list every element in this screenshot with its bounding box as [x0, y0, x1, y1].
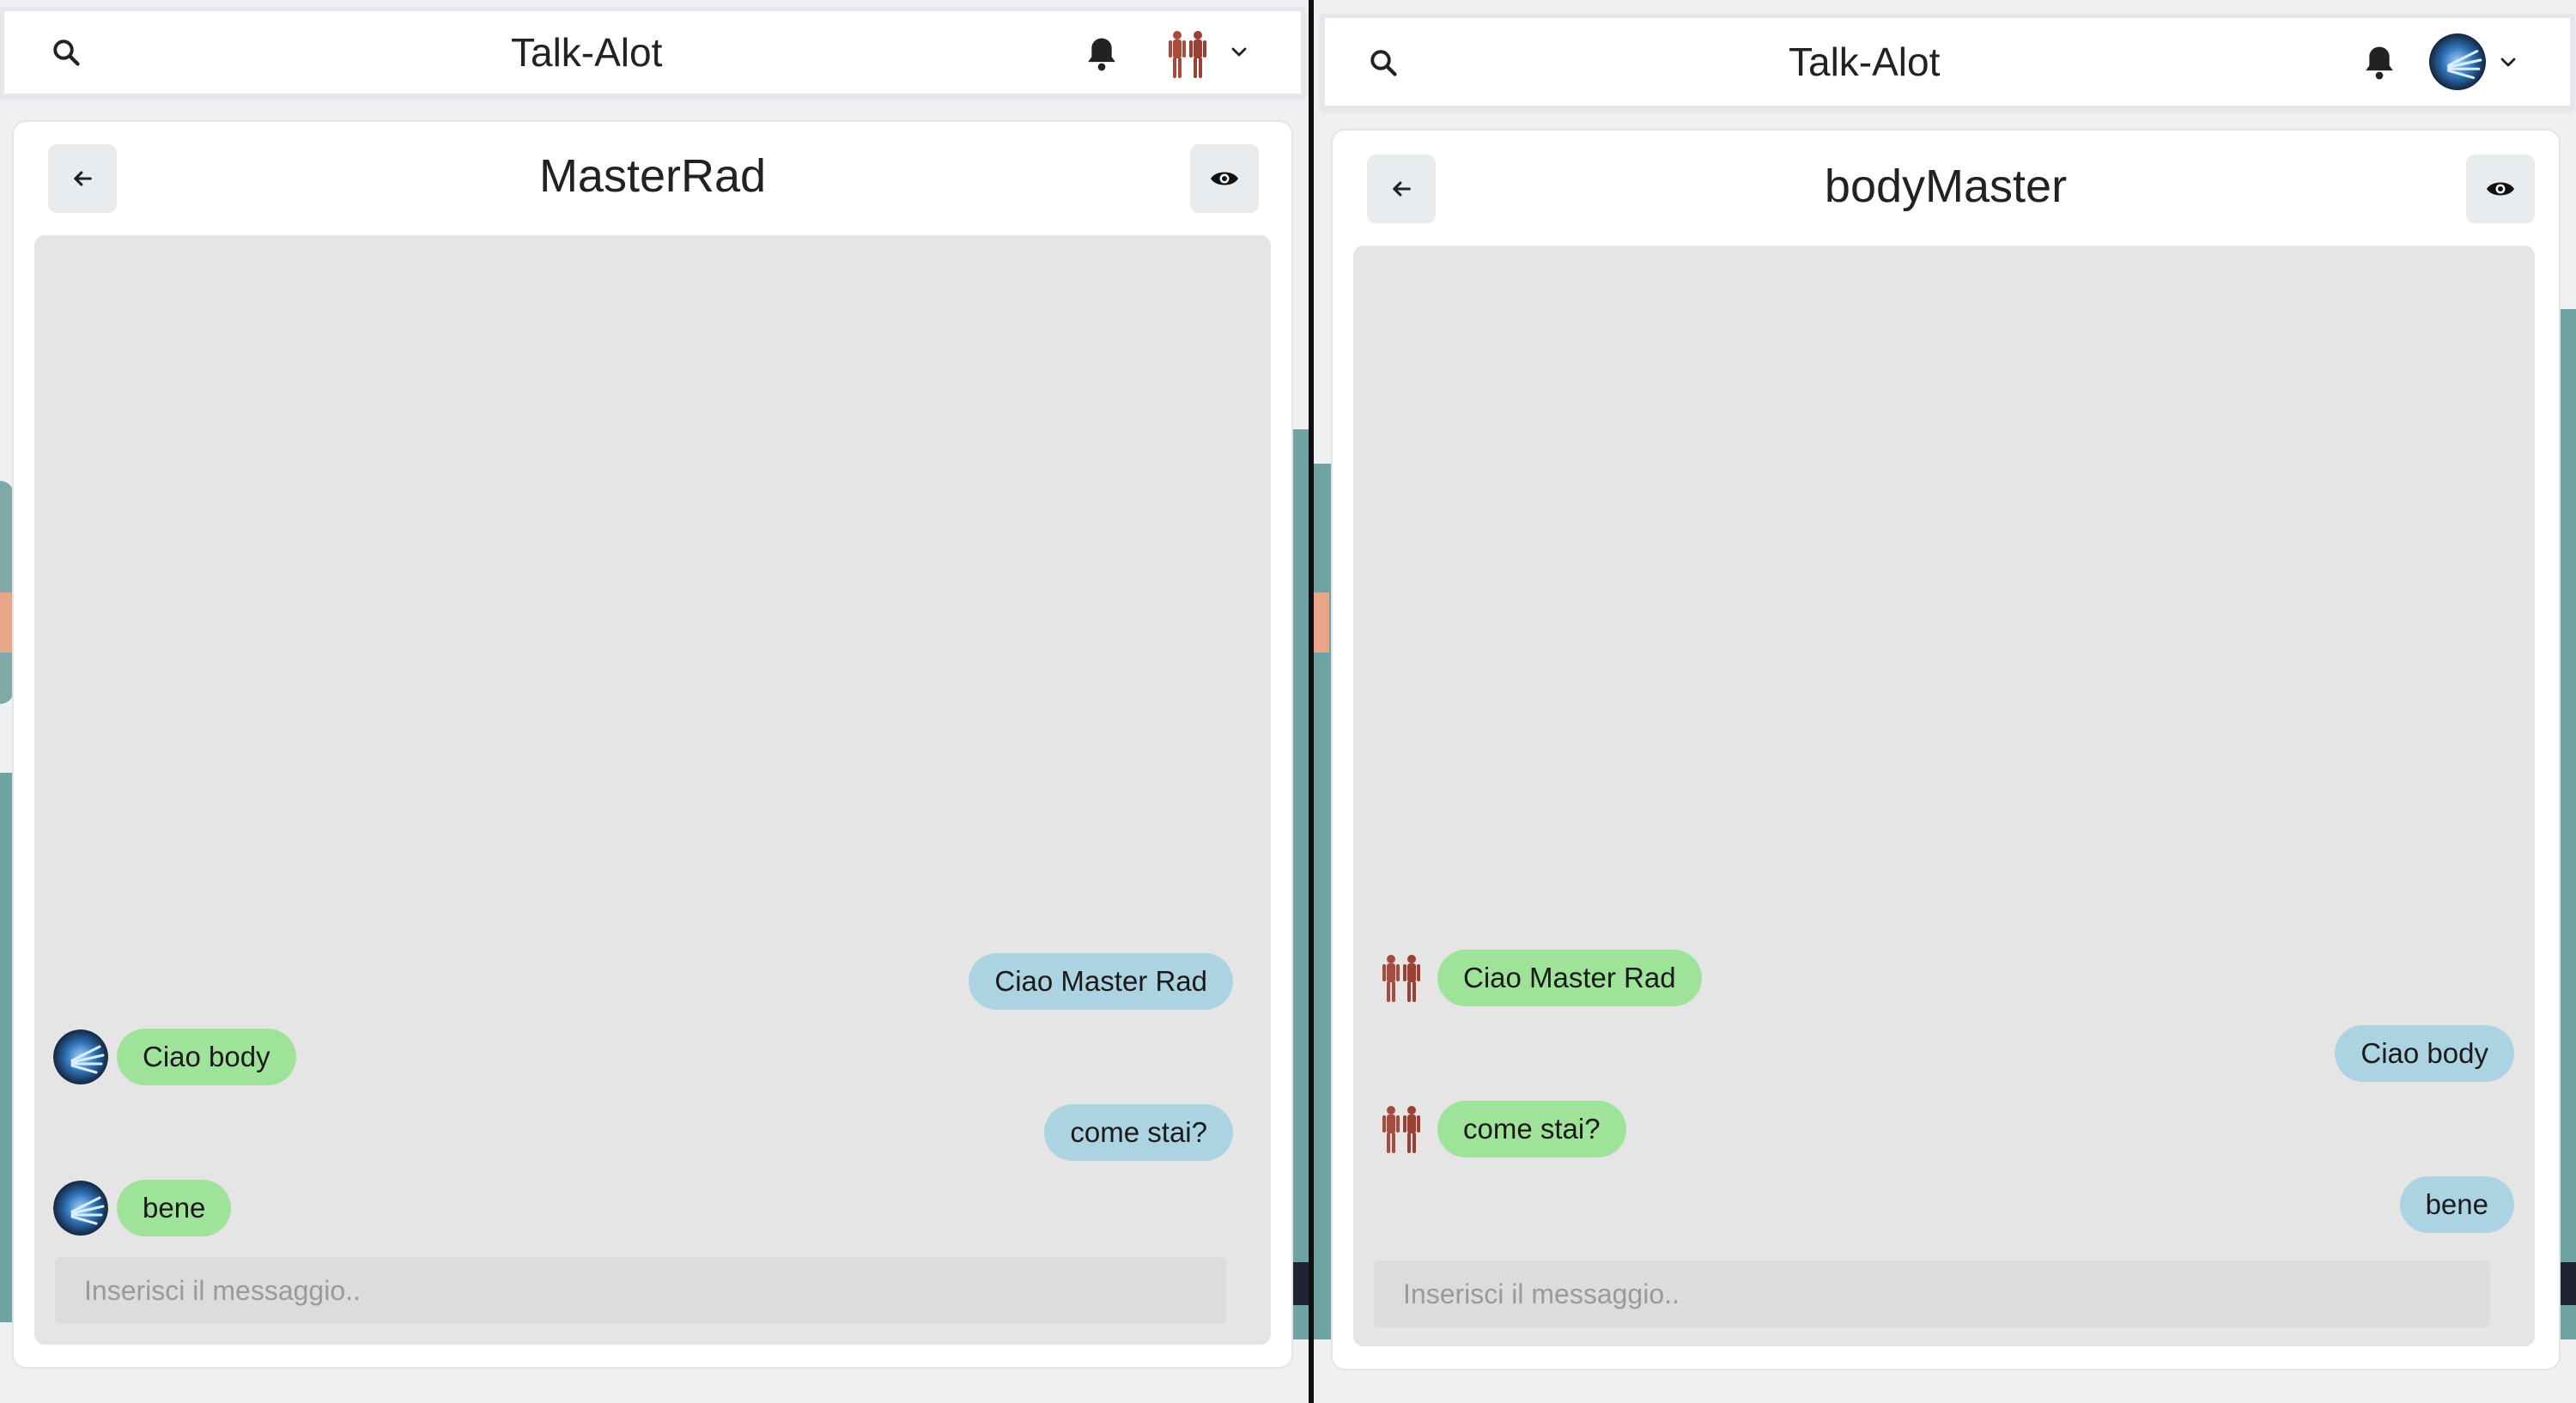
view-button[interactable] [2466, 155, 2535, 223]
chat-card: MasterRad Ciao Master Rad Ciao body come… [12, 120, 1293, 1369]
top-navbar: Talk-Alot [0, 7, 1305, 98]
message-row: Ciao Master Rad [1374, 950, 1702, 1006]
anatomy-body-avatar [1169, 31, 1206, 78]
message-bubble: Ciao body [117, 1029, 296, 1085]
message-row: Ciao body [2335, 1025, 2514, 1082]
bell-icon[interactable] [1078, 30, 1126, 78]
background-illustration-dark [1293, 1262, 1309, 1305]
message-row: come stai? [1374, 1101, 1626, 1157]
bell-icon[interactable] [2355, 39, 2403, 87]
chevron-down-icon[interactable] [1224, 37, 1255, 68]
chat-window-right: Talk-Alot bodyMaster Ciao Master Rad Cia… [1314, 0, 2576, 1403]
chat-card: bodyMaster Ciao Master Rad Ciao body com… [1331, 129, 2561, 1370]
message-row: Ciao Master Rad [969, 953, 1233, 1010]
anatomy-body-avatar [1374, 951, 1429, 1005]
chat-title: bodyMaster [1824, 161, 2068, 212]
background-illustration-accent [1314, 592, 1329, 653]
xray-hand-avatar [53, 1181, 108, 1236]
chat-title: MasterRad [538, 150, 767, 202]
message-bubble: bene [117, 1180, 232, 1236]
xray-hand-avatar [53, 1029, 108, 1084]
message-row: bene [53, 1180, 232, 1236]
top-navbar: Talk-Alot [1321, 14, 2574, 110]
view-button[interactable] [1190, 144, 1259, 213]
messages-area: Ciao Master Rad Ciao body come stai? ben… [1353, 246, 2535, 1346]
message-row: come stai? [1044, 1104, 1233, 1161]
search-icon[interactable] [42, 28, 90, 76]
background-illustration-accent [0, 592, 12, 653]
anatomy-body-avatar [1374, 1102, 1429, 1157]
chevron-down-icon[interactable] [2493, 47, 2524, 78]
chat-window-left: Talk-Alot MasterRad Ciao Master Rad Ciao… [0, 0, 1309, 1403]
xray-hand-avatar [2429, 33, 2486, 90]
eye-icon [1211, 172, 1238, 185]
app-title: Talk-Alot [1789, 39, 1941, 84]
message-bubble: come stai? [1437, 1101, 1626, 1157]
message-row: Ciao body [53, 1029, 296, 1085]
user-avatar[interactable] [1160, 27, 1215, 82]
app-title: Talk-Alot [511, 30, 663, 75]
message-row: bene [2399, 1176, 2514, 1233]
message-input[interactable] [1374, 1260, 2490, 1327]
search-icon[interactable] [1359, 39, 1407, 87]
message-input[interactable] [55, 1257, 1226, 1324]
eye-icon [2487, 182, 2514, 196]
background-illustration-right [1293, 429, 1309, 1339]
message-bubble: Ciao body [2335, 1025, 2514, 1082]
message-bubble: Ciao Master Rad [1437, 950, 1702, 1006]
message-bubble: Ciao Master Rad [969, 953, 1233, 1010]
user-avatar[interactable] [2429, 33, 2486, 90]
message-bubble: bene [2399, 1176, 2514, 1233]
messages-area: Ciao Master Rad Ciao body come stai? ben… [34, 235, 1271, 1345]
message-bubble: come stai? [1044, 1104, 1233, 1161]
